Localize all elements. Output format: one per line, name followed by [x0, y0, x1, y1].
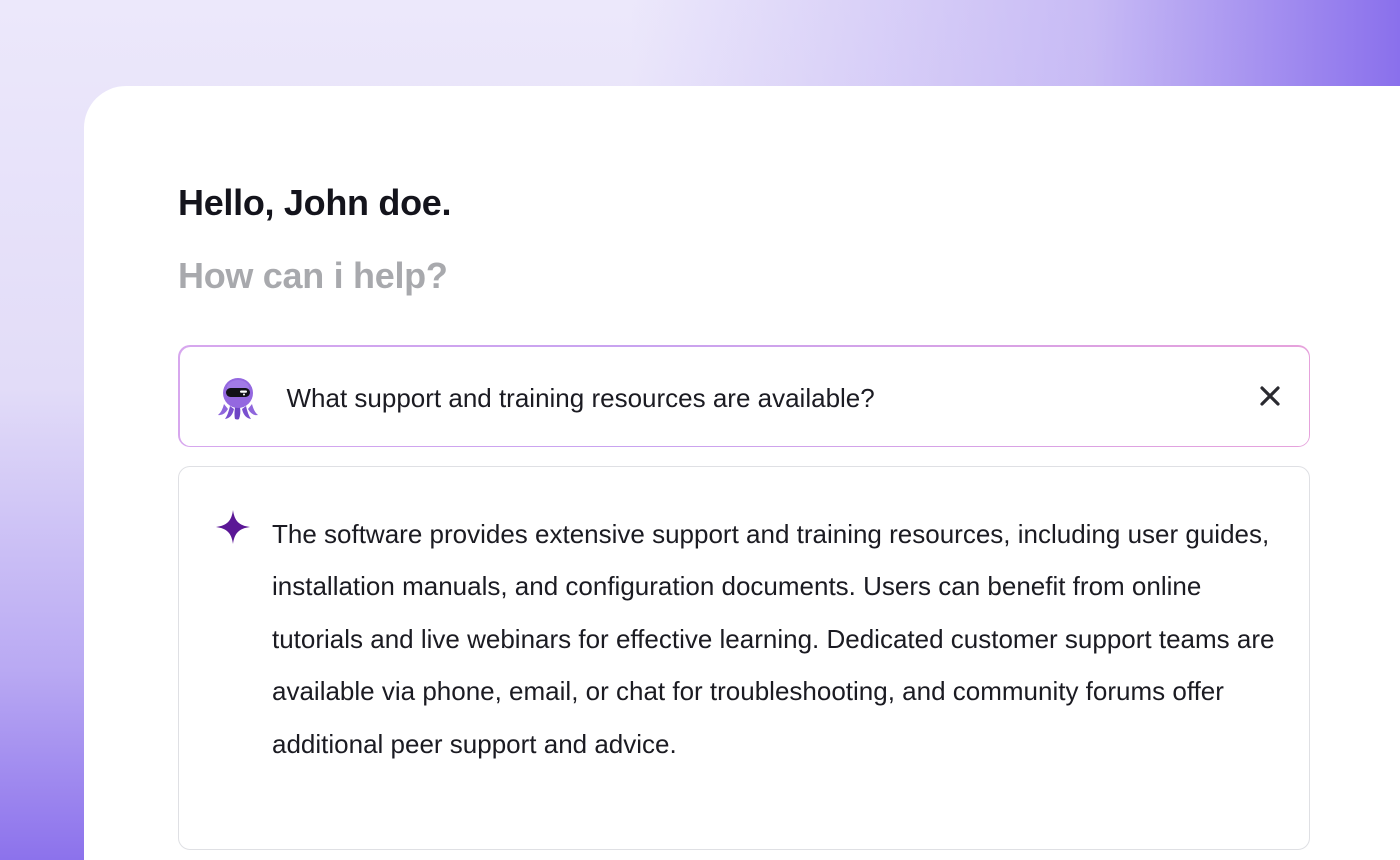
chat-card: Hello, John doe. How can i help? What su…	[84, 86, 1400, 860]
question-bubble: What support and training resources are …	[178, 345, 1310, 447]
answer-text: The software provides extensive support …	[272, 519, 1275, 759]
octopus-mascot-icon	[217, 376, 259, 420]
answer-panel: The software provides extensive support …	[178, 466, 1310, 850]
question-text: What support and training resources are …	[286, 382, 875, 413]
close-icon[interactable]	[1257, 383, 1283, 409]
help-subtitle: How can i help?	[178, 255, 448, 296]
sparkle-icon	[215, 509, 251, 545]
greeting-title: Hello, John doe.	[178, 182, 452, 223]
